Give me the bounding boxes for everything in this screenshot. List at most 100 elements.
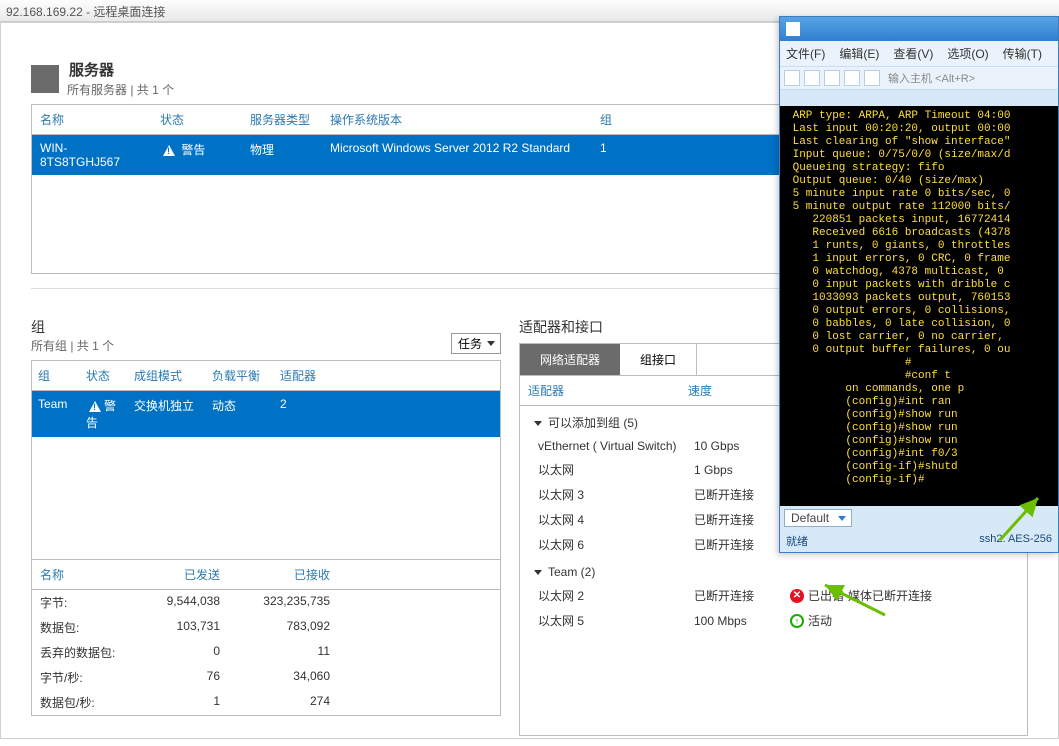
adapter-speed: 已断开连接: [694, 511, 790, 528]
terminal-window[interactable]: 文件(F) 编辑(E) 查看(V) 选项(O) 传输(T) 输入主机 <Alt+…: [779, 16, 1059, 553]
terminal-icon: [786, 22, 800, 36]
acol-adapter[interactable]: 适配器: [528, 382, 688, 399]
terminal-session-tabs[interactable]: [780, 90, 1058, 106]
adapter-name: vEthernet ( Virtual Switch): [538, 439, 694, 453]
tab-network-adapter[interactable]: 网络适配器: [520, 344, 620, 375]
server-group: 1: [592, 135, 632, 175]
col-os[interactable]: 操作系统版本: [322, 105, 592, 134]
stats-row: 字节:9,544,038323,235,735: [32, 590, 500, 615]
gcol-group[interactable]: 组: [32, 361, 80, 390]
stat-recv: 323,235,735: [220, 594, 330, 611]
groups-title: 组: [31, 317, 114, 337]
stat-recv: 274: [220, 694, 330, 711]
error-icon: ✕: [790, 589, 804, 603]
status-ssh: ssh2: AES-256: [979, 533, 1052, 549]
session-selector[interactable]: Default: [784, 509, 852, 527]
server-status: 警告: [152, 135, 242, 175]
adapter-name: 以太网 5: [538, 612, 694, 629]
warning-icon: [89, 401, 101, 412]
terminal-selector-bar: Default: [780, 506, 1058, 530]
stat-recv: 34,060: [220, 669, 330, 686]
terminal-status-bar: 就绪 ssh2: AES-256: [780, 530, 1058, 552]
stats-header[interactable]: 名称 已发送 已接收: [32, 560, 500, 590]
stat-name: 字节/秒:: [40, 669, 130, 686]
adapter-speed: 已断开连接: [694, 587, 790, 604]
scol-name[interactable]: 名称: [40, 566, 130, 583]
tool-btn-1[interactable]: [784, 70, 800, 86]
status-ready: 就绪: [786, 533, 808, 549]
stat-sent: 9,544,038: [130, 594, 220, 611]
menu-options[interactable]: 选项(O): [943, 44, 992, 63]
server-name: WIN-8TS8TGHJ567: [32, 135, 152, 175]
adapter-name: 以太网: [538, 461, 694, 478]
menu-transfer[interactable]: 传输(T): [999, 44, 1046, 63]
tool-btn-3[interactable]: [824, 70, 840, 86]
adapter-row[interactable]: 以太网 2已断开连接✕ 已出错 媒体已断开连接: [520, 583, 1027, 608]
server-type: 物理: [242, 135, 322, 175]
groups-subtitle: 所有组 | 共 1 个: [31, 337, 114, 354]
col-group[interactable]: 组: [592, 105, 632, 134]
group-status: 警告: [80, 391, 128, 437]
expand-icon: [534, 570, 542, 575]
gcol-lb[interactable]: 负载平衡: [206, 361, 274, 390]
col-type[interactable]: 服务器类型: [242, 105, 322, 134]
server-os: Microsoft Windows Server 2012 R2 Standar…: [322, 135, 592, 175]
stat-name: 数据包/秒:: [40, 694, 130, 711]
stats-table: 名称 已发送 已接收 字节:9,544,038323,235,735数据包:10…: [31, 560, 501, 716]
stats-row: 字节/秒:7634,060: [32, 665, 500, 690]
menu-view[interactable]: 查看(V): [889, 44, 937, 63]
terminal-toolbar: 输入主机 <Alt+R>: [780, 66, 1058, 90]
terminal-output[interactable]: ARP type: ARPA, ARP Timeout 04:00 Last i…: [780, 106, 1058, 506]
groups-table: 组 状态 成组模式 负载平衡 适配器 Team 警告 交换机独立 动态 2: [31, 360, 501, 560]
groups-table-header[interactable]: 组 状态 成组模式 负载平衡 适配器: [32, 361, 500, 391]
tool-btn-4[interactable]: [844, 70, 860, 86]
servers-subtitle: 所有服务器 | 共 1 个: [67, 81, 174, 98]
terminal-menu: 文件(F) 编辑(E) 查看(V) 选项(O) 传输(T): [780, 41, 1058, 66]
adapter-speed: 10 Gbps: [694, 439, 790, 453]
adapter-name: 以太网 2: [538, 587, 694, 604]
col-status[interactable]: 状态: [152, 105, 242, 134]
stat-recv: 11: [220, 644, 330, 661]
stat-name: 丢弃的数据包:: [40, 644, 130, 661]
adapter-status: ✕ 已出错 媒体已断开连接: [790, 587, 932, 604]
adapter-speed: 已断开连接: [694, 486, 790, 503]
group-name: Team: [32, 391, 80, 437]
adapter-speed: 已断开连接: [694, 536, 790, 553]
col-name[interactable]: 名称: [32, 105, 152, 134]
stat-sent: 103,731: [130, 619, 220, 636]
stat-name: 字节:: [40, 594, 130, 611]
stat-recv: 783,092: [220, 619, 330, 636]
stats-row: 数据包/秒:1274: [32, 690, 500, 715]
menu-edit[interactable]: 编辑(E): [835, 44, 883, 63]
adapter-speed: 1 Gbps: [694, 463, 790, 477]
stat-name: 数据包:: [40, 619, 130, 636]
stats-row: 数据包:103,731783,092: [32, 615, 500, 640]
gcol-mode[interactable]: 成组模式: [128, 361, 206, 390]
adapter-name: 以太网 4: [538, 511, 694, 528]
stat-sent: 76: [130, 669, 220, 686]
ok-icon: ↑: [790, 614, 804, 628]
host-input[interactable]: 输入主机 <Alt+R>: [888, 70, 975, 86]
stat-sent: 1: [130, 694, 220, 711]
scol-sent[interactable]: 已发送: [130, 566, 220, 583]
terminal-titlebar[interactable]: [780, 17, 1058, 41]
adapter-row[interactable]: 以太网 5100 Mbps↑ 活动: [520, 608, 1027, 633]
gcol-status[interactable]: 状态: [80, 361, 128, 390]
adapter-group-team[interactable]: Team (2): [520, 557, 1027, 583]
adapter-name: 以太网 3: [538, 486, 694, 503]
tool-btn-2[interactable]: [804, 70, 820, 86]
tool-btn-5[interactable]: [864, 70, 880, 86]
warning-icon: [163, 145, 175, 156]
group-row[interactable]: Team 警告 交换机独立 动态 2: [32, 391, 500, 437]
stats-row: 丢弃的数据包:011: [32, 640, 500, 665]
adapter-name: 以太网 6: [538, 536, 694, 553]
group-adapter: 2: [274, 391, 334, 437]
servers-icon: [31, 65, 59, 93]
expand-icon: [534, 421, 542, 426]
scol-recv[interactable]: 已接收: [220, 566, 330, 583]
tasks-dropdown[interactable]: 任务: [451, 333, 501, 354]
tab-team-interface[interactable]: 组接口: [620, 344, 696, 375]
acol-speed[interactable]: 速度: [688, 382, 778, 399]
menu-file[interactable]: 文件(F): [782, 44, 829, 63]
gcol-adapter[interactable]: 适配器: [274, 361, 334, 390]
